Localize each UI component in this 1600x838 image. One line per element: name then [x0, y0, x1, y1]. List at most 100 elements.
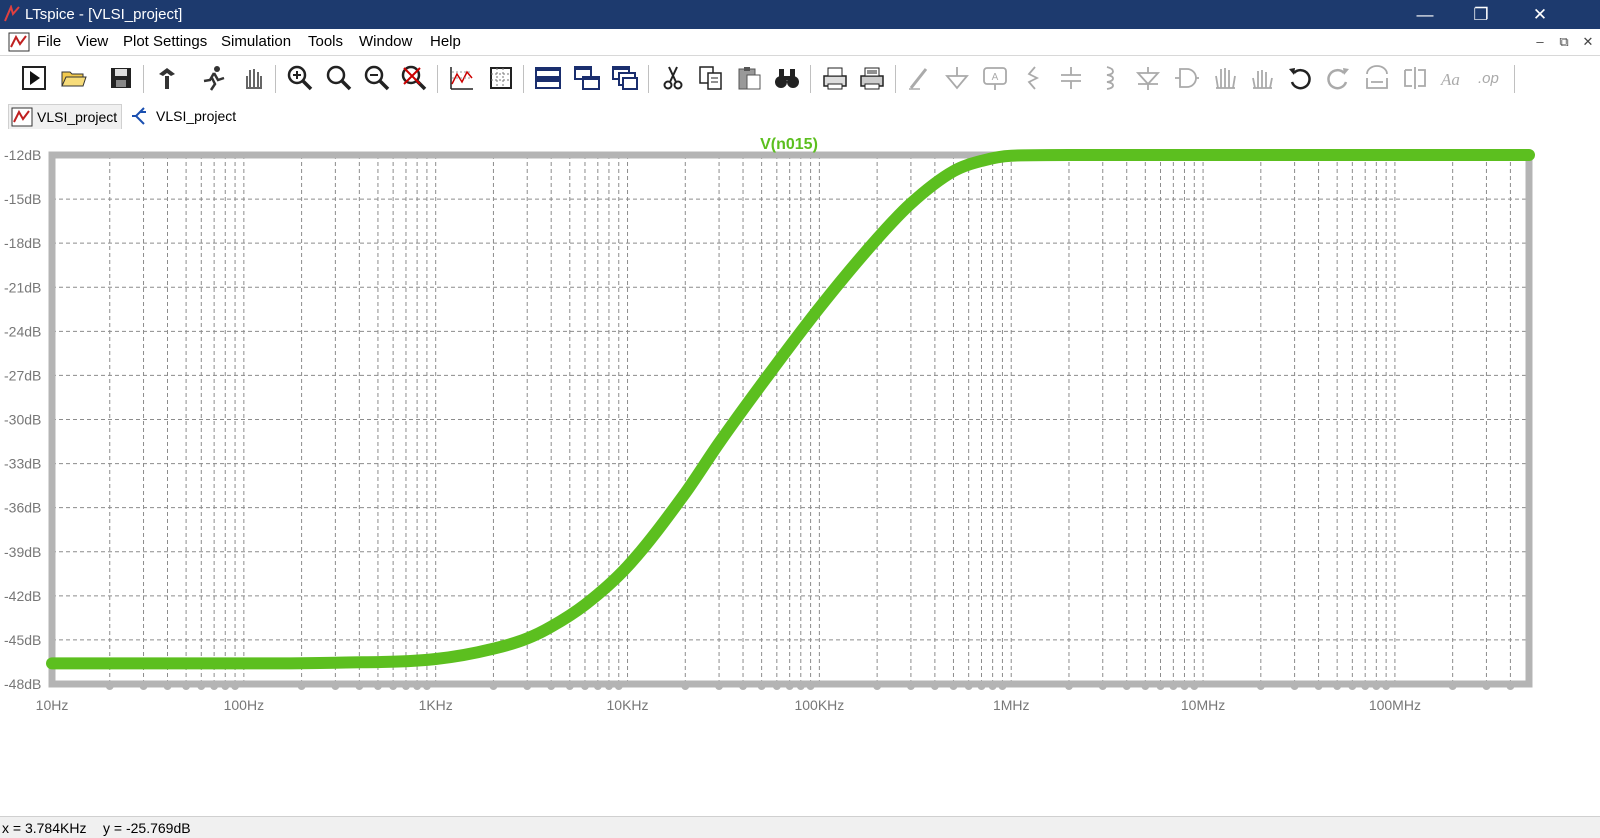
pan-icon[interactable]	[238, 63, 268, 93]
x-tick-mark	[1180, 682, 1189, 690]
y-tick-label: -12dB	[4, 147, 41, 163]
trace-label[interactable]: V(n015)	[760, 136, 818, 153]
control-panel-icon[interactable]	[152, 63, 182, 93]
menu-plot-settings[interactable]: Plot Settings	[123, 33, 207, 50]
x-tick-mark	[1448, 682, 1457, 690]
find-icon[interactable]	[772, 63, 802, 93]
print-icon[interactable]	[857, 63, 887, 93]
restore-button[interactable]: ❐	[1453, 0, 1509, 29]
menu-simulation[interactable]: Simulation	[221, 33, 291, 50]
schematic-icon	[132, 107, 146, 125]
waveform-doc-icon[interactable]	[8, 32, 30, 52]
x-tick-mark	[523, 682, 532, 690]
tile-vertical-icon[interactable]	[610, 63, 640, 93]
cut-icon[interactable]	[658, 63, 688, 93]
cursor-y-readout: y = -25.769dB	[103, 820, 191, 836]
zoom-area-icon[interactable]	[324, 63, 354, 93]
copy-icon[interactable]	[696, 63, 726, 93]
x-tick-mark	[489, 682, 498, 690]
x-tick-mark	[1482, 682, 1491, 690]
x-tick-mark	[197, 682, 206, 690]
tab-waveform[interactable]: VLSI_project	[8, 104, 122, 129]
inductor-icon[interactable]	[1094, 63, 1124, 93]
x-tick-mark	[1361, 682, 1370, 690]
autorange-icon[interactable]	[447, 63, 477, 93]
x-tick-mark	[998, 682, 1007, 690]
window-title: LTspice - [VLSI_project]	[25, 6, 183, 23]
x-tick-mark	[389, 682, 398, 690]
run-sim-icon[interactable]	[199, 63, 229, 93]
x-tick-mark	[139, 682, 148, 690]
zoom-out-icon[interactable]	[362, 63, 392, 93]
ground-icon[interactable]	[942, 63, 972, 93]
x-tick-label: 1MHz	[993, 697, 1030, 713]
x-tick-mark	[422, 682, 431, 690]
draw-wire-icon[interactable]	[905, 63, 935, 93]
x-tick-mark	[210, 682, 219, 690]
title-bar: LTspice - [VLSI_project] — ❐ ✕	[0, 0, 1600, 29]
x-tick-mark	[806, 682, 815, 690]
zoom-in-icon[interactable]	[285, 63, 315, 93]
label-net-icon[interactable]: A	[980, 63, 1010, 93]
x-tick-mark	[739, 682, 748, 690]
x-tick-label: 1KHz	[419, 697, 453, 713]
x-tick-mark	[785, 682, 794, 690]
mdi-close-button[interactable]: ✕	[1578, 34, 1598, 50]
waveform-plot[interactable]: -12dB -15dB -18dB -21dB -24dB -27dB -30dB -33dB…	[0, 131, 1600, 814]
undo-icon[interactable]	[1285, 63, 1315, 93]
x-tick-label: 10MHz	[1181, 697, 1225, 713]
menu-file[interactable]: File	[37, 33, 61, 50]
y-tick-label: -33dB	[4, 456, 41, 472]
x-tick-mark	[1122, 682, 1131, 690]
mdi-minimize-button[interactable]: –	[1530, 34, 1550, 50]
tab-waveform-label: VLSI_project	[37, 109, 118, 125]
y-tick-label: -45dB	[4, 632, 41, 648]
x-axis-labels: 10Hz 100Hz 1KHz 10KHz 100KHz 1MHz 10MHz 100MHz	[36, 697, 1421, 713]
x-tick-mark	[1372, 682, 1381, 690]
paste-icon[interactable]	[734, 63, 764, 93]
x-tick-mark	[1169, 682, 1178, 690]
component-icon[interactable]	[1171, 63, 1201, 93]
tile-horizontal-icon[interactable]	[533, 63, 563, 93]
menu-help[interactable]: Help	[430, 33, 461, 50]
cascade-icon[interactable]	[572, 63, 602, 93]
print-preview-icon[interactable]	[820, 63, 850, 93]
capacitor-icon[interactable]	[1056, 63, 1086, 93]
tab-schematic[interactable]: VLSI_project	[128, 104, 240, 128]
close-button[interactable]: ✕	[1512, 0, 1568, 29]
run-icon[interactable]	[19, 63, 49, 93]
spice-directive-icon[interactable]: .op	[1476, 63, 1506, 93]
redo-icon[interactable]	[1323, 63, 1353, 93]
x-tick-mark	[547, 682, 556, 690]
drag-icon[interactable]	[1247, 63, 1277, 93]
diode-icon[interactable]	[1133, 63, 1163, 93]
save-icon[interactable]	[106, 63, 136, 93]
resistor-icon[interactable]	[1018, 63, 1048, 93]
x-tick-mark	[604, 682, 613, 690]
x-tick-mark	[565, 682, 574, 690]
menu-tools[interactable]: Tools	[308, 33, 343, 50]
text-icon[interactable]: Aa	[1438, 63, 1468, 93]
x-tick-mark	[580, 682, 589, 690]
waveform-viewer[interactable]: -12dB -15dB -18dB -21dB -24dB -27dB -30dB -33dB…	[0, 131, 1600, 814]
mirror-icon[interactable]	[1400, 63, 1430, 93]
grid-icon[interactable]	[486, 63, 516, 93]
rotate-icon[interactable]	[1362, 63, 1392, 93]
menu-window[interactable]: Window	[359, 33, 412, 50]
trace-v-n015[interactable]	[46, 149, 1535, 670]
x-tick-mark	[949, 682, 958, 690]
x-tick-mark	[977, 682, 986, 690]
move-icon[interactable]	[1210, 63, 1240, 93]
open-icon[interactable]	[58, 63, 88, 93]
menu-view[interactable]: View	[76, 33, 108, 50]
mdi-restore-button[interactable]: ⧉	[1554, 34, 1574, 50]
x-tick-mark	[681, 682, 690, 690]
tab-schematic-label: VLSI_project	[156, 108, 237, 124]
svg-text:A: A	[992, 72, 999, 83]
toolbar: A Aa .op	[0, 55, 1600, 102]
y-tick-label: -21dB	[4, 279, 41, 295]
minimize-button[interactable]: —	[1397, 0, 1453, 29]
y-tick-label: -15dB	[4, 191, 41, 207]
x-tick-mark	[1314, 682, 1323, 690]
zoom-fit-icon[interactable]	[399, 63, 429, 93]
